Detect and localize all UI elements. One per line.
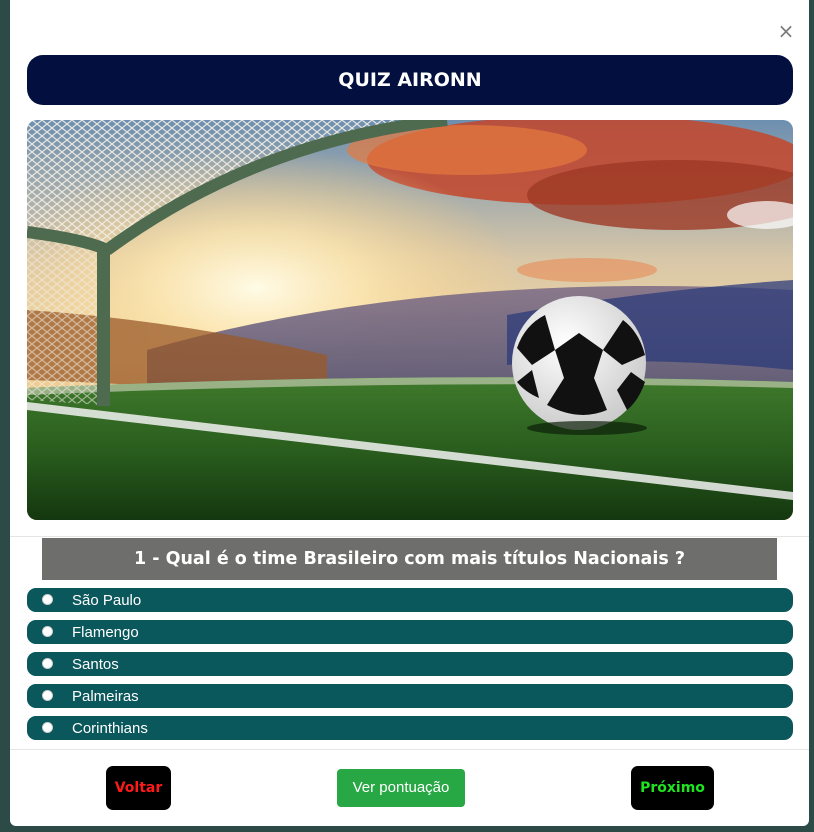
option-label: Palmeiras — [72, 688, 139, 705]
answer-options: São Paulo Flamengo Santos Palmeiras Cori… — [27, 588, 793, 748]
option-palmeiras[interactable]: Palmeiras — [27, 684, 793, 708]
divider-footer — [10, 749, 809, 750]
option-label: Flamengo — [72, 624, 139, 641]
quiz-modal: × QUIZ AIRONN 1 - Qual é o time Brasilei… — [10, 0, 809, 826]
radio-flamengo[interactable] — [42, 626, 53, 637]
next-button[interactable]: Próximo — [631, 766, 714, 810]
option-sao-paulo[interactable]: São Paulo — [27, 588, 793, 612]
option-santos[interactable]: Santos — [27, 652, 793, 676]
divider-top — [10, 536, 809, 537]
view-score-button[interactable]: Ver pontuação — [337, 769, 465, 807]
option-label: Corinthians — [72, 720, 148, 737]
option-label: São Paulo — [72, 592, 142, 609]
radio-sao-paulo[interactable] — [42, 594, 53, 605]
radio-corinthians[interactable] — [42, 722, 53, 733]
quiz-title: QUIZ AIRONN — [27, 55, 793, 105]
radio-santos[interactable] — [42, 658, 53, 669]
option-label: Santos — [72, 656, 119, 673]
back-button[interactable]: Voltar — [106, 766, 171, 810]
soccer-stadium-image — [27, 120, 793, 520]
radio-palmeiras[interactable] — [42, 690, 53, 701]
option-flamengo[interactable]: Flamengo — [27, 620, 793, 644]
question-text: 1 - Qual é o time Brasileiro com mais tí… — [42, 538, 777, 580]
option-corinthians[interactable]: Corinthians — [27, 716, 793, 740]
close-button[interactable]: × — [776, 19, 796, 43]
